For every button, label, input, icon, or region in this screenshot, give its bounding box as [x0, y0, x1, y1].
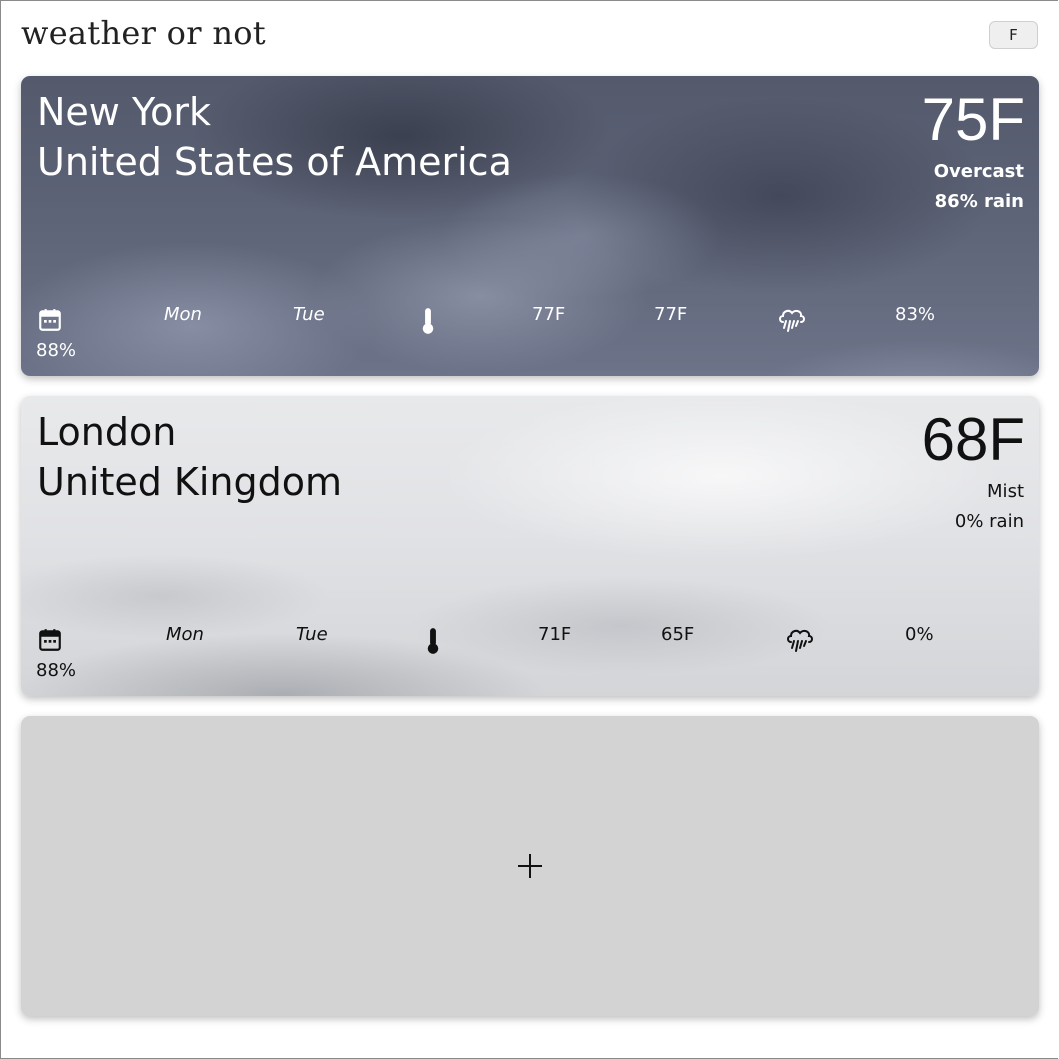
weather-condition: Overcast — [933, 161, 1024, 182]
forecast-temp: 77F — [532, 304, 566, 325]
thermometer-icon — [422, 308, 434, 334]
weather-card-new-york[interactable]: New York United States of America 75F Ov… — [21, 76, 1039, 376]
forecast-day: Mon — [164, 304, 202, 325]
plus-icon[interactable] — [518, 854, 542, 878]
add-city-card[interactable] — [21, 716, 1039, 1016]
rain-chance: 86% rain — [934, 191, 1024, 212]
forecast-extra-percent: 88% — [36, 660, 77, 681]
forecast-day: Tue — [293, 304, 325, 325]
forecast-temp: 65F — [661, 624, 695, 645]
rain-chance: 0% rain — [954, 511, 1024, 532]
current-temperature: 75F — [921, 86, 1025, 153]
forecast-precip: 0% — [905, 624, 934, 645]
city-name: London — [37, 410, 177, 454]
weather-condition: Mist — [987, 481, 1024, 502]
app-title: weather or not — [21, 14, 266, 52]
forecast-temp: 71F — [538, 624, 572, 645]
forecast-precip: 83% — [895, 304, 936, 325]
forecast-day: Mon — [166, 624, 204, 645]
unit-toggle-button[interactable]: F — [989, 21, 1038, 49]
calendar-icon — [39, 309, 61, 331]
country-name: United States of America — [37, 140, 512, 184]
forecast-extra-percent: 88% — [36, 340, 77, 361]
current-temperature: 68F — [921, 406, 1025, 473]
calendar-icon — [39, 629, 61, 651]
country-name: United Kingdom — [37, 460, 343, 504]
forecast-temp: 77F — [654, 304, 688, 325]
weather-card-london[interactable]: London United Kingdom 68F Mist 0% rain M… — [21, 396, 1039, 696]
forecast-day: Tue — [296, 624, 328, 645]
rain-cloud-icon — [779, 309, 805, 332]
rain-cloud-icon — [787, 629, 813, 652]
thermometer-icon — [427, 628, 439, 654]
city-name: New York — [37, 90, 212, 134]
